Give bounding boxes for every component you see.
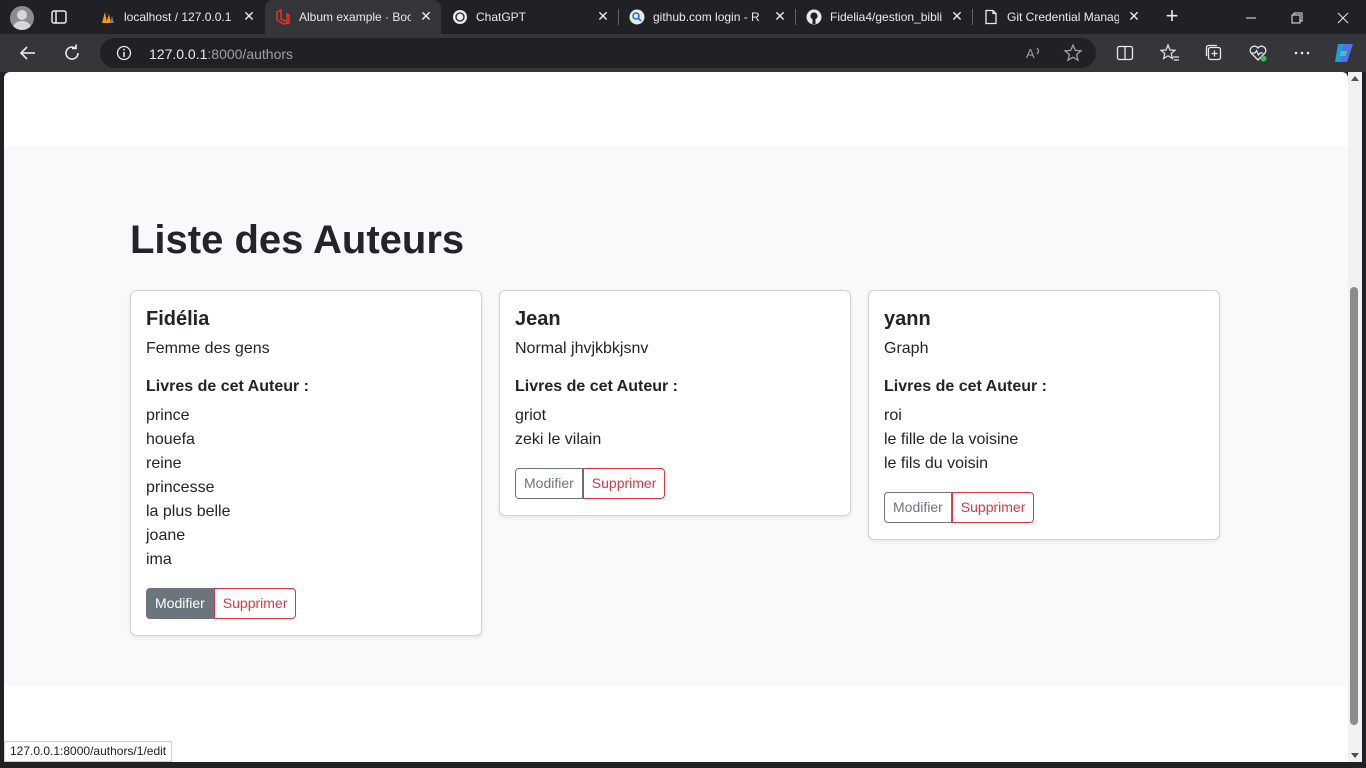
close-tab-icon[interactable]: ✕ <box>950 9 964 23</box>
edit-button[interactable]: Modifier <box>146 588 214 619</box>
info-icon[interactable] <box>116 45 132 61</box>
book-list: roi le fille de la voisine le fils du vo… <box>884 404 1204 476</box>
split-screen-icon[interactable] <box>1115 43 1135 63</box>
tab-title: ChatGPT <box>476 10 527 24</box>
new-tab-button[interactable]: + <box>1162 5 1182 27</box>
tab-title: Fidelia4/gestion_bibli <box>830 10 942 24</box>
github-icon <box>806 9 822 25</box>
author-card: yann Graph Livres de cet Auteur : roi le… <box>868 290 1220 540</box>
address-bar[interactable]: 127.0.0.1:8000/authors A <box>100 38 1096 68</box>
restore-icon <box>1291 12 1303 24</box>
chatgpt-icon <box>453 10 467 24</box>
document-icon <box>985 9 997 25</box>
page-viewport: Liste des Auteurs Fidélia Femme des gens… <box>4 72 1348 762</box>
url-text[interactable]: 127.0.0.1:8000/authors <box>149 46 293 62</box>
scroll-up-arrow-icon[interactable] <box>1351 76 1359 81</box>
tab-github-repo[interactable]: Fidelia4/gestion_bibli ✕ <box>796 0 973 34</box>
favorites-icon[interactable] <box>1160 43 1180 63</box>
tab-git-credential-manager[interactable]: Git Credential Manag ✕ <box>973 0 1149 34</box>
author-card: Fidélia Femme des gens Livres de cet Aut… <box>130 290 482 636</box>
tab-album-example[interactable]: Album example · Boo ✕ <box>265 0 441 34</box>
books-heading: Livres de cet Auteur : <box>146 378 310 395</box>
url-path: :8000/authors <box>207 46 294 62</box>
edit-button[interactable]: Modifier <box>515 468 583 499</box>
close-icon <box>1337 12 1349 24</box>
book-item: prince <box>146 407 190 424</box>
refresh-icon[interactable] <box>62 43 82 63</box>
tab-chatgpt[interactable]: ChatGPT ✕ <box>442 0 619 34</box>
book-item: ima <box>146 551 172 568</box>
browser-tab-strip: localhost / 127.0.0.1 | ✕ Album example … <box>0 0 1366 34</box>
scrollbar-thumb[interactable] <box>1350 287 1358 725</box>
favorite-star-icon[interactable] <box>1063 43 1083 63</box>
action-buttons: Modifier Supprimer <box>515 468 835 499</box>
books-heading: Livres de cet Auteur : <box>515 378 679 395</box>
close-tab-icon[interactable]: ✕ <box>242 9 256 23</box>
tab-title: localhost / 127.0.0.1 | <box>124 10 234 24</box>
book-item: princesse <box>146 479 215 496</box>
book-item: le fils du voisin <box>884 455 989 472</box>
tab-title: Album example · Boo <box>299 10 411 24</box>
author-name: yann <box>884 308 931 330</box>
book-list: griot zeki le vilain <box>515 404 835 452</box>
book-item: griot <box>515 407 547 424</box>
book-item: joane <box>146 527 186 544</box>
tab-title: Git Credential Manag <box>1007 10 1119 24</box>
book-item: la plus belle <box>146 503 231 520</box>
search-icon <box>629 9 645 25</box>
close-tab-icon[interactable]: ✕ <box>1127 9 1141 23</box>
url-host: 127.0.0.1 <box>149 46 208 62</box>
browser-toolbar: 127.0.0.1:8000/authors A <box>0 34 1366 72</box>
book-item: houefa <box>146 431 195 448</box>
delete-button[interactable]: Supprimer <box>213 588 297 619</box>
close-tab-icon[interactable]: ✕ <box>596 9 610 23</box>
restore-button[interactable] <box>1274 0 1320 34</box>
close-tab-icon[interactable]: ✕ <box>419 9 433 23</box>
book-item: roi <box>884 407 902 424</box>
edit-button[interactable]: Modifier <box>884 492 952 523</box>
tab-actions-icon[interactable] <box>50 8 68 26</box>
laravel-icon <box>276 9 290 25</box>
book-item: le fille de la voisine <box>884 431 1019 448</box>
vertical-scrollbar[interactable] <box>1348 72 1362 762</box>
phpmyadmin-icon <box>102 12 114 23</box>
more-options-icon[interactable] <box>1292 43 1312 63</box>
collections-icon[interactable] <box>1204 43 1224 63</box>
scroll-down-arrow-icon[interactable] <box>1351 753 1359 758</box>
close-window-button[interactable] <box>1320 0 1366 34</box>
minimize-button[interactable] <box>1228 0 1274 34</box>
copilot-icon[interactable] <box>1332 41 1356 65</box>
author-bio: Femme des gens <box>146 340 270 357</box>
book-item: reine <box>146 455 182 472</box>
book-item: zeki le vilain <box>515 431 602 448</box>
author-name: Fidélia <box>146 308 210 330</box>
author-bio: Graph <box>884 340 929 357</box>
window-bottom-edge <box>0 762 1366 768</box>
link-status-url: 127.0.0.1:8000/authors/1/edit <box>4 741 173 762</box>
author-card: Jean Normal jhvjkbkjsnv Livres de cet Au… <box>499 290 851 516</box>
books-heading: Livres de cet Auteur : <box>884 378 1048 395</box>
back-arrow-icon[interactable] <box>18 43 38 63</box>
tab-title: github.com login - R <box>653 10 760 24</box>
read-aloud-icon[interactable]: A <box>1024 43 1044 63</box>
author-name: Jean <box>515 308 561 330</box>
tab-github-login[interactable]: github.com login - R ✕ <box>619 0 796 34</box>
svg-text:A: A <box>1026 46 1035 61</box>
author-bio: Normal jhvjkbkjsnv <box>515 340 649 357</box>
minimize-icon <box>1246 17 1256 19</box>
delete-button[interactable]: Supprimer <box>951 492 1035 523</box>
profile-avatar-icon[interactable] <box>10 6 34 30</box>
browser-essentials-icon[interactable] <box>1248 43 1268 63</box>
book-list: prince houefa reine princesse la plus be… <box>146 404 466 572</box>
tab-phpmyadmin[interactable]: localhost / 127.0.0.1 | ✕ <box>90 0 264 34</box>
close-tab-icon[interactable]: ✕ <box>773 9 787 23</box>
delete-button[interactable]: Supprimer <box>582 468 666 499</box>
action-buttons: Modifier Supprimer <box>884 492 1204 523</box>
action-buttons: Modifier Supprimer <box>146 588 466 619</box>
page-title: Liste des Auteurs <box>130 218 465 262</box>
